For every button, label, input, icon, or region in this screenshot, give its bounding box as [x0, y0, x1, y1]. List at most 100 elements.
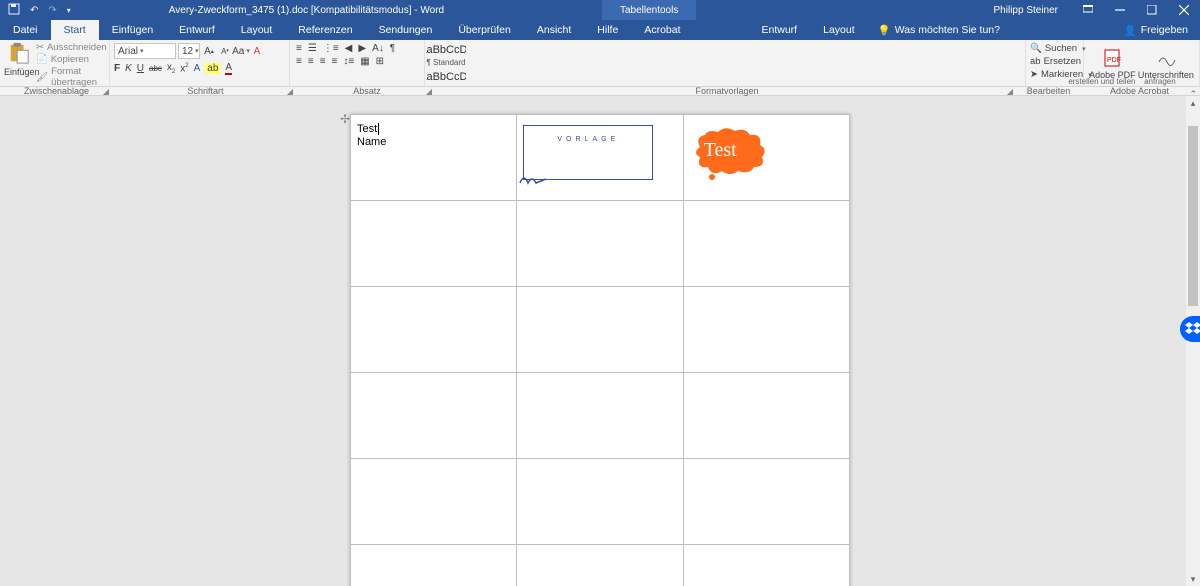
- launcher-icon[interactable]: ◢: [426, 87, 432, 96]
- copy-button[interactable]: 📄Kopieren: [36, 54, 107, 65]
- table-cell[interactable]: [517, 287, 683, 373]
- table-cell[interactable]: [683, 373, 849, 459]
- tab-insert[interactable]: Einfügen: [99, 20, 166, 40]
- shading-icon[interactable]: ▦: [360, 56, 369, 67]
- indent-icon[interactable]: ▶: [358, 43, 366, 54]
- table-cell[interactable]: [683, 287, 849, 373]
- font-size-combo[interactable]: 12▾: [178, 43, 200, 59]
- subscript-button[interactable]: x2: [167, 62, 175, 75]
- paste-button[interactable]: Einfügen: [4, 42, 34, 77]
- tab-view[interactable]: Ansicht: [524, 20, 584, 40]
- table-cell[interactable]: [351, 459, 517, 545]
- line-spacing-icon[interactable]: ↕≡: [343, 56, 354, 67]
- tab-mailings[interactable]: Sendungen: [366, 20, 446, 40]
- cut-button[interactable]: ✂Ausschneiden: [36, 42, 107, 53]
- align-center-icon[interactable]: ≡: [308, 56, 314, 67]
- italic-button[interactable]: K: [125, 63, 132, 74]
- launcher-icon[interactable]: ◢: [1007, 87, 1013, 96]
- style-item[interactable]: AaBbCcDc¶ Kein Lee…: [425, 67, 467, 86]
- tab-references[interactable]: Referenzen: [285, 20, 365, 40]
- align-right-icon[interactable]: ≡: [320, 56, 326, 67]
- tell-me-search[interactable]: 💡 Was möchten Sie tun?: [868, 20, 1010, 40]
- find-button[interactable]: 🔍Suchen▾: [1030, 42, 1079, 55]
- scroll-thumb[interactable]: [1188, 126, 1198, 306]
- table-cell[interactable]: Test Name: [351, 115, 517, 201]
- context-tab-title: Tabellentools: [602, 0, 696, 20]
- maximize-button[interactable]: [1136, 0, 1168, 20]
- align-left-icon[interactable]: ≡: [296, 56, 302, 67]
- text-effects-icon[interactable]: A: [194, 63, 201, 74]
- table-cell[interactable]: [683, 201, 849, 287]
- highlight-icon[interactable]: ab: [205, 63, 220, 74]
- vorlage-template[interactable]: VORLAGE: [523, 125, 653, 180]
- grow-font-icon[interactable]: A▴: [202, 44, 216, 58]
- table-cell[interactable]: [351, 201, 517, 287]
- save-icon[interactable]: [8, 3, 20, 18]
- tab-tool-draft[interactable]: Entwurf: [749, 20, 811, 40]
- qat-more-icon[interactable]: ▾: [67, 6, 71, 15]
- sort-icon[interactable]: A↓: [372, 43, 384, 54]
- scroll-up-icon[interactable]: ▴: [1186, 96, 1200, 110]
- shrink-font-icon[interactable]: A▾: [218, 44, 232, 58]
- tab-home[interactable]: Start: [51, 20, 99, 40]
- tab-file[interactable]: Datei: [0, 20, 51, 40]
- redo-icon[interactable]: ↷: [48, 5, 56, 16]
- bold-button[interactable]: F: [114, 63, 120, 74]
- justify-icon[interactable]: ≡: [332, 56, 338, 67]
- table-cell[interactable]: [517, 545, 683, 586]
- tab-acrobat[interactable]: Acrobat: [631, 20, 693, 40]
- launcher-icon[interactable]: ◢: [287, 87, 293, 96]
- table-cell[interactable]: [517, 201, 683, 287]
- launcher-icon[interactable]: ◢: [103, 87, 109, 96]
- multilevel-icon[interactable]: ⋮≡: [323, 43, 339, 54]
- format-painter-button[interactable]: 🖌Format übertragen: [36, 66, 107, 88]
- replace-button[interactable]: abErsetzen: [1030, 55, 1079, 68]
- ribbon-options-icon[interactable]: [1072, 0, 1104, 20]
- show-marks-icon[interactable]: ¶: [390, 43, 395, 54]
- dropbox-badge[interactable]: [1180, 316, 1200, 342]
- table-cell[interactable]: [683, 545, 849, 586]
- minimize-button[interactable]: [1104, 0, 1136, 20]
- undo-icon[interactable]: ↶: [30, 5, 38, 16]
- cell-text[interactable]: Test Name: [357, 123, 510, 149]
- document-area[interactable]: ✢ Test Name VORLAGE: [0, 96, 1200, 586]
- paste-icon: [7, 42, 31, 64]
- speech-bubble[interactable]: Test: [690, 127, 768, 177]
- user-name[interactable]: Philipp Steiner: [980, 5, 1072, 16]
- tab-help[interactable]: Hilfe: [584, 20, 631, 40]
- tab-draft[interactable]: Entwurf: [166, 20, 228, 40]
- style-item[interactable]: AaBbCcDc¶ Standard: [425, 40, 467, 67]
- bullets-icon[interactable]: ≡: [296, 43, 302, 54]
- scroll-down-icon[interactable]: ▾: [1186, 572, 1200, 586]
- tab-review[interactable]: Überprüfen: [445, 20, 524, 40]
- change-case-icon[interactable]: Aa▾: [234, 44, 248, 58]
- table-cell[interactable]: [517, 373, 683, 459]
- strike-button[interactable]: abc: [149, 64, 162, 73]
- font-color-icon[interactable]: A: [225, 62, 232, 75]
- table-cell[interactable]: [683, 459, 849, 545]
- request-sign-button[interactable]: Unterschriften: [1138, 48, 1194, 80]
- tab-tool-layout[interactable]: Layout: [810, 20, 868, 40]
- table-cell[interactable]: [351, 287, 517, 373]
- create-pdf-sub: erstellen und teilen: [1068, 77, 1135, 86]
- table-cell[interactable]: [351, 545, 517, 586]
- table-cell[interactable]: [517, 459, 683, 545]
- underline-button[interactable]: U: [137, 63, 144, 74]
- create-pdf-button[interactable]: PDF Adobe PDF: [1089, 48, 1136, 80]
- borders-icon[interactable]: ⊞: [376, 56, 384, 67]
- label-table[interactable]: Test Name VORLAGE: [350, 114, 850, 586]
- table-anchor-icon[interactable]: ✢: [340, 112, 350, 126]
- tab-layout[interactable]: Layout: [228, 20, 286, 40]
- numbering-icon[interactable]: ☰: [308, 43, 317, 54]
- close-button[interactable]: [1168, 0, 1200, 20]
- svg-text:PDF: PDF: [1107, 57, 1121, 64]
- font-name-combo[interactable]: Arial▾: [114, 43, 176, 59]
- clear-format-icon[interactable]: A: [250, 44, 264, 58]
- page[interactable]: Test Name VORLAGE: [350, 114, 850, 586]
- table-cell[interactable]: VORLAGE: [517, 115, 683, 201]
- outdent-icon[interactable]: ◀: [345, 43, 353, 54]
- table-cell[interactable]: Test: [683, 115, 849, 201]
- table-cell[interactable]: [351, 373, 517, 459]
- superscript-button[interactable]: x2: [180, 63, 188, 74]
- share-button[interactable]: 👤 Freigeben: [1112, 20, 1200, 40]
